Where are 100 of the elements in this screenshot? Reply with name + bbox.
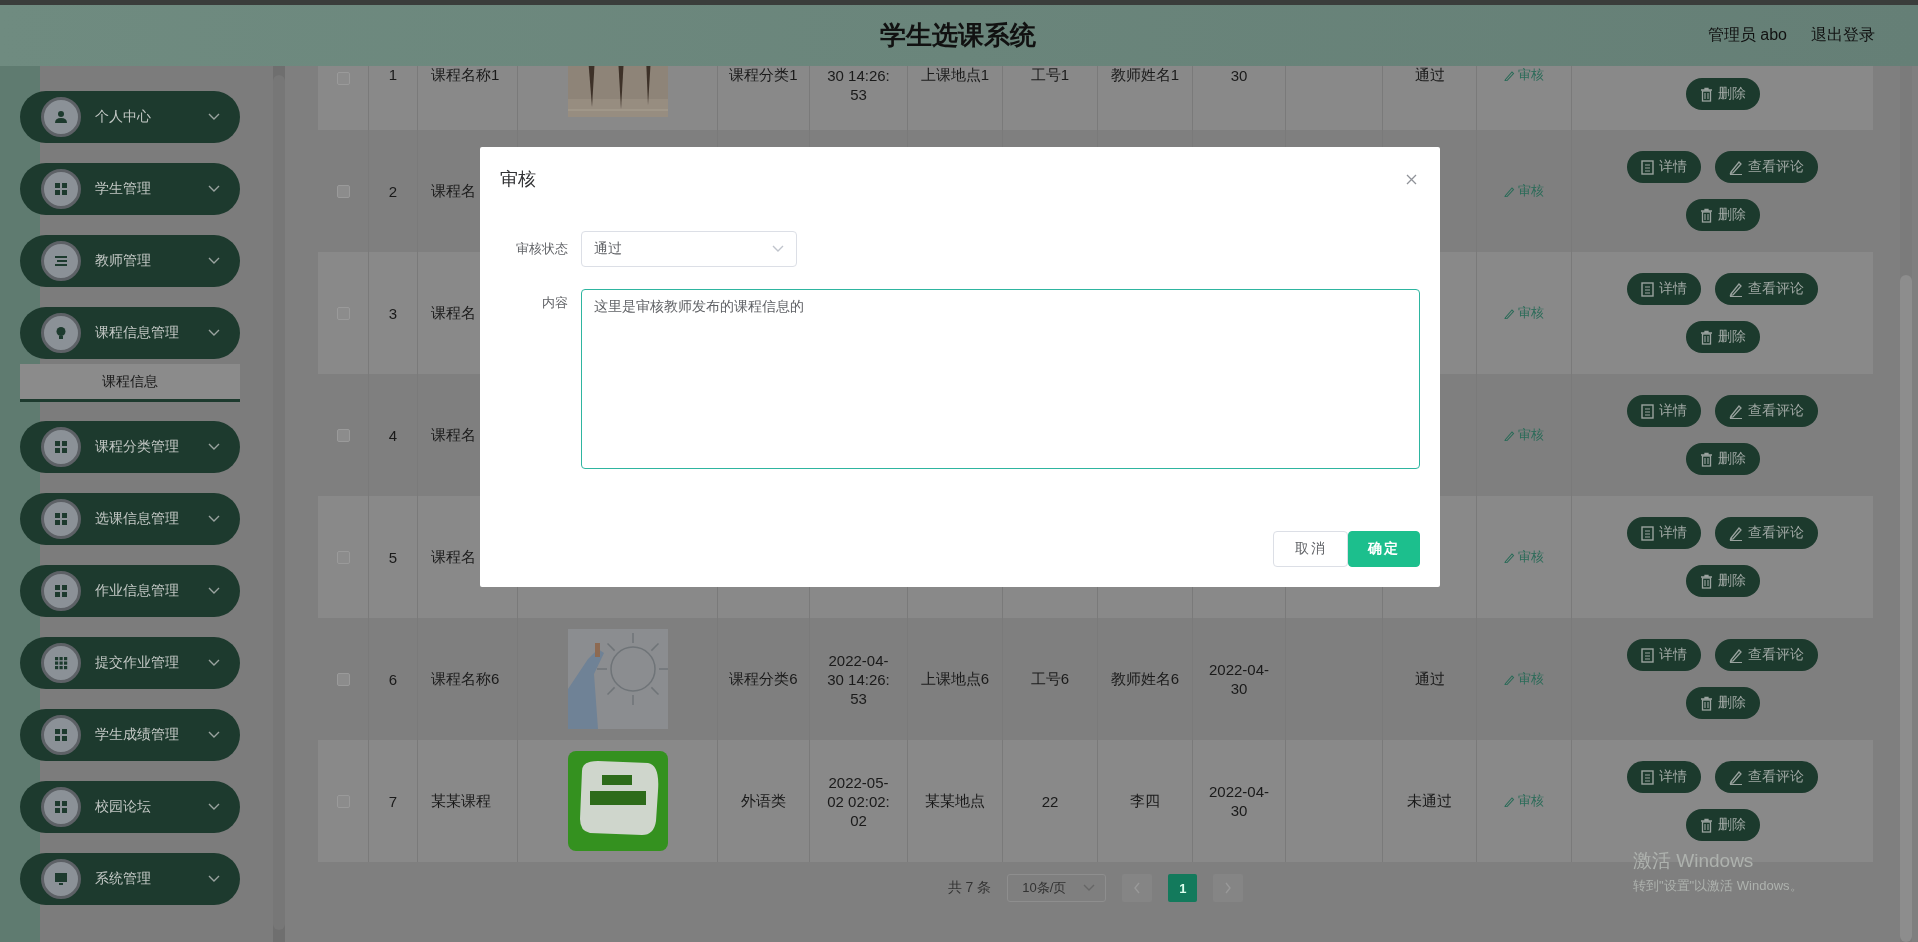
chevron-down-icon xyxy=(208,731,220,739)
content-field[interactable]: 这里是审核教师发布的课程信息的 xyxy=(581,289,1420,469)
checkbox[interactable] xyxy=(336,428,350,442)
menu-item[interactable]: 系统管理 xyxy=(20,853,240,905)
row-number: 3 xyxy=(388,304,398,322)
review-status: 未通过 xyxy=(1407,791,1452,811)
comments-button[interactable]: 查看评论 xyxy=(1715,761,1818,793)
course-name: 课程名称6 xyxy=(431,669,500,689)
staff-number: 工号1 xyxy=(1030,66,1070,85)
menu-item[interactable]: 学生管理 xyxy=(20,163,240,215)
menu-item[interactable]: 作业信息管理 xyxy=(20,565,240,617)
category: 课程分类6 xyxy=(729,669,798,689)
menu-item[interactable]: 校园论坛 xyxy=(20,781,240,833)
review-status: 通过 xyxy=(1414,669,1445,689)
staff-number: 22 xyxy=(1041,792,1059,810)
logout-link[interactable]: 退出登录 xyxy=(1811,25,1875,46)
menu-item[interactable]: 课程分类管理 xyxy=(20,421,240,473)
chevron-down-icon xyxy=(208,257,220,265)
trash-icon xyxy=(1699,695,1713,711)
detail-button[interactable]: 详情 xyxy=(1627,639,1701,671)
menu-item[interactable]: 个人中心 xyxy=(20,91,240,143)
submenu-item[interactable]: 课程信息 xyxy=(20,364,240,402)
course-name: 某某课程 xyxy=(431,791,491,811)
grid-icon xyxy=(54,512,68,526)
dialog-title: 审核 xyxy=(500,168,536,191)
delete-button[interactable]: 删除 xyxy=(1685,321,1760,353)
pencil-icon xyxy=(1729,647,1743,663)
row-number: 4 xyxy=(388,426,398,444)
checkbox[interactable] xyxy=(336,184,350,198)
user-label: 管理员 abo xyxy=(1707,25,1787,45)
staff-number: 工号6 xyxy=(1030,669,1070,689)
total-count: 共 7 条 xyxy=(947,879,992,897)
grid-icon xyxy=(54,440,68,454)
pencil-icon xyxy=(1504,795,1515,807)
review-status: 通过 xyxy=(1414,66,1445,85)
delete-button[interactable]: 删除 xyxy=(1685,687,1760,719)
chevron-down-icon xyxy=(208,443,220,451)
detail-button[interactable]: 详情 xyxy=(1627,761,1701,793)
location: 上课地点1 xyxy=(920,66,990,85)
close-icon[interactable] xyxy=(1406,173,1417,185)
cancel-button[interactable]: 取消 xyxy=(1273,531,1348,567)
chevron-down-icon xyxy=(208,803,220,811)
comments-button[interactable]: 查看评论 xyxy=(1715,151,1818,183)
bulb-icon xyxy=(54,326,68,340)
course-name: 课程名称1 xyxy=(431,66,500,85)
detail-button[interactable]: 详情 xyxy=(1627,517,1701,549)
trash-icon xyxy=(1699,573,1713,589)
delete-button[interactable]: 删除 xyxy=(1685,809,1760,841)
grid-icon xyxy=(54,182,68,196)
delete-button[interactable]: 删除 xyxy=(1685,199,1760,231)
trash-icon xyxy=(1699,86,1713,102)
comments-button[interactable]: 查看评论 xyxy=(1715,639,1818,671)
document-icon xyxy=(1641,525,1654,541)
delete-button[interactable]: 删除 xyxy=(1685,78,1760,110)
pencil-icon xyxy=(1504,551,1515,563)
pencil-icon xyxy=(1729,159,1743,175)
pencil-icon xyxy=(1729,403,1743,419)
timestamp: 2022-04-30 14:26:53 xyxy=(826,650,891,708)
date: 2022-04-30 xyxy=(1207,660,1270,698)
menu-item[interactable]: 教师管理 xyxy=(20,235,240,287)
previous-page-button[interactable] xyxy=(1122,874,1153,902)
pencil-icon xyxy=(1729,281,1743,297)
row-number: 7 xyxy=(388,792,398,810)
teacher-name: 李四 xyxy=(1130,791,1160,811)
delete-button[interactable]: 删除 xyxy=(1685,565,1760,597)
comments-button[interactable]: 查看评论 xyxy=(1715,517,1818,549)
chevron-down-icon xyxy=(208,515,220,523)
chevron-down-icon xyxy=(1083,884,1096,892)
location: 某某地点 xyxy=(925,791,985,811)
detail-button[interactable]: 详情 xyxy=(1627,151,1701,183)
menu-item[interactable]: 选课信息管理 xyxy=(20,493,240,545)
page-size-select[interactable]: 10条/页 xyxy=(1007,874,1107,902)
document-icon xyxy=(1641,159,1654,175)
page-button[interactable]: 1 xyxy=(1168,874,1198,902)
comments-button[interactable]: 查看评论 xyxy=(1715,395,1818,427)
pencil-icon xyxy=(1504,307,1515,319)
chevron-down-icon xyxy=(208,659,220,667)
pencil-icon xyxy=(1504,69,1515,81)
date: 30 xyxy=(1229,66,1249,85)
trash-icon xyxy=(1699,207,1713,223)
detail-button[interactable]: 详情 xyxy=(1627,395,1701,427)
menu-item[interactable]: 课程信息管理 xyxy=(20,307,240,359)
trash-icon xyxy=(1699,451,1713,467)
row-number: 5 xyxy=(388,548,398,566)
field-label: 审核状态 xyxy=(515,240,568,258)
timestamp: 2022-05-02 02:02:02 xyxy=(826,772,891,830)
trash-icon xyxy=(1699,329,1713,345)
chevron-down-icon xyxy=(208,875,220,883)
list-icon xyxy=(54,254,68,268)
document-icon xyxy=(1641,403,1654,419)
status-select[interactable]: 通过 xyxy=(581,231,797,267)
delete-button[interactable]: 删除 xyxy=(1685,443,1760,475)
detail-button[interactable]: 详情 xyxy=(1627,273,1701,305)
menu-item[interactable]: 学生成绩管理 xyxy=(20,709,240,761)
next-page-button[interactable] xyxy=(1213,874,1244,902)
chevron-down-icon xyxy=(208,185,220,193)
row-number: 2 xyxy=(388,182,398,200)
comments-button[interactable]: 查看评论 xyxy=(1715,273,1818,305)
menu-item[interactable]: 提交作业管理 xyxy=(20,637,240,689)
checkbox[interactable] xyxy=(336,672,350,686)
